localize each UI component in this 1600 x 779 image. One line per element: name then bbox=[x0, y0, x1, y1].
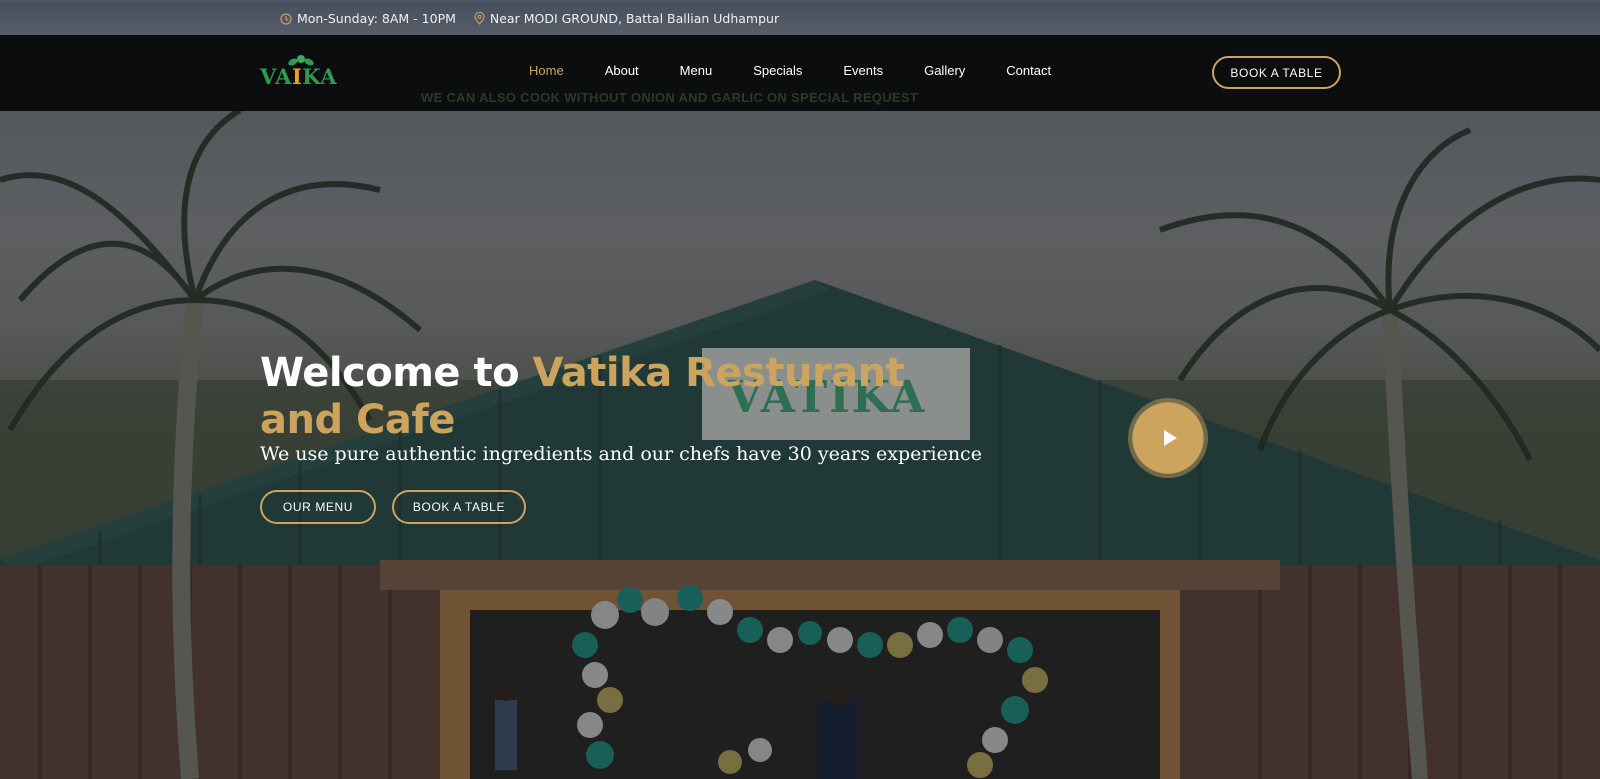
opening-hours-text: Mon-Sunday: 8AM - 10PM bbox=[297, 11, 456, 26]
logo-text: VAIKA bbox=[260, 64, 337, 89]
map-pin-icon bbox=[474, 12, 485, 25]
hero-title: Welcome to Vatika Resturant and Cafe bbox=[260, 350, 980, 444]
nav-book-table-button[interactable]: BOOK A TABLE bbox=[1212, 56, 1341, 89]
nav-item-specials[interactable]: Specials bbox=[753, 63, 802, 78]
top-info-bar: Mon-Sunday: 8AM - 10PM Near MODI GROUND,… bbox=[0, 0, 1600, 35]
opening-hours: Mon-Sunday: 8AM - 10PM bbox=[280, 11, 456, 26]
nav-item-about[interactable]: About bbox=[605, 63, 639, 78]
clock-icon bbox=[280, 12, 292, 25]
hero-title-plain: Welcome to bbox=[260, 350, 533, 396]
vatika-logo[interactable]: VAIKA bbox=[260, 54, 344, 94]
address-text: Near MODI GROUND, Battal Ballian Udhampu… bbox=[489, 11, 780, 26]
main-navbar: VAIKA WE CAN ALSO COOK WITHOUT ONION AND… bbox=[0, 35, 1600, 111]
nav-item-events[interactable]: Events bbox=[843, 63, 883, 78]
nav-item-menu[interactable]: Menu bbox=[680, 63, 713, 78]
special-request-marquee: WE CAN ALSO COOK WITHOUT ONION AND GARLI… bbox=[421, 90, 919, 105]
hero-book-table-button[interactable]: BOOK A TABLE bbox=[392, 490, 526, 524]
nav-item-gallery[interactable]: Gallery bbox=[924, 63, 965, 78]
nav-item-home[interactable]: Home bbox=[529, 63, 564, 78]
nav-item-contact[interactable]: Contact bbox=[1006, 63, 1051, 78]
play-video-button[interactable] bbox=[1128, 398, 1208, 478]
address: Near MODI GROUND, Battal Ballian Udhampu… bbox=[474, 11, 779, 26]
nav-menu: Home About Menu Specials Events Gallery … bbox=[529, 63, 1092, 78]
play-icon bbox=[1163, 430, 1177, 446]
our-menu-button[interactable]: OUR MENU bbox=[260, 490, 376, 524]
hero-subtitle: We use pure authentic ingredients and ou… bbox=[260, 443, 982, 465]
